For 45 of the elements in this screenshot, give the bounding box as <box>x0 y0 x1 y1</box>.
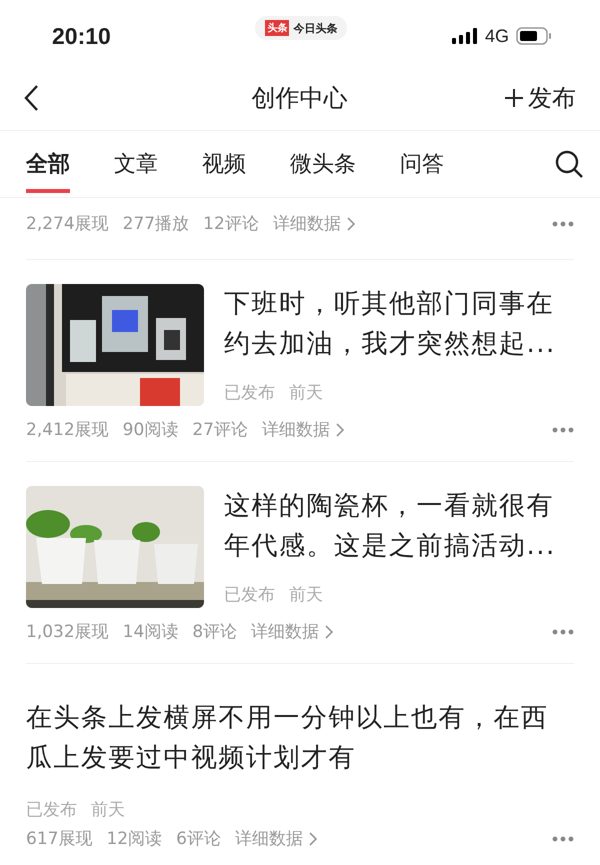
app-name: 今日头条 <box>293 20 338 36</box>
more-icon[interactable] <box>552 220 574 226</box>
stat-count: 90阅读 <box>122 419 178 441</box>
chevron-icon <box>334 422 345 438</box>
publish-button[interactable]: 发布 <box>504 82 576 114</box>
publish-time: 前天 <box>289 584 323 606</box>
search-icon[interactable] <box>554 149 584 179</box>
more-icon[interactable] <box>552 628 574 634</box>
publish-time: 前天 <box>289 382 323 404</box>
stat-count: 2,274展现 <box>26 213 109 235</box>
article-title[interactable]: 在头条上发横屏不用一分钟以上也有，在西瓜上发要过中视频计划才有 <box>26 698 574 778</box>
stat-count: 8评论 <box>192 621 238 643</box>
category-tab[interactable]: 全部 <box>26 143 70 193</box>
stat-count: 617展现 <box>26 828 92 850</box>
app-logo: 头条 <box>265 20 290 36</box>
more-icon[interactable] <box>552 836 574 842</box>
stat-count: 2,412展现 <box>26 419 109 441</box>
category-tab[interactable]: 微头条 <box>290 143 356 193</box>
publish-time: 前天 <box>91 799 125 821</box>
category-tab[interactable]: 文章 <box>114 143 158 193</box>
page-title: 创作中心 <box>252 83 348 114</box>
stat-count: 12评论 <box>203 213 259 235</box>
back-icon[interactable] <box>23 84 39 112</box>
status-time: 20:10 <box>52 22 111 50</box>
signal-icon <box>452 28 478 44</box>
stat-count: 12阅读 <box>106 828 162 850</box>
stat-count: 6评论 <box>176 828 221 850</box>
category-tab[interactable]: 视频 <box>202 143 246 193</box>
chevron-icon <box>308 830 318 846</box>
publish-status: 已发布 <box>224 584 275 606</box>
stat-count: 27评论 <box>192 419 248 441</box>
article-title[interactable]: 下班时，听其他部门同事在约去加油，我才突然想起... <box>224 284 574 364</box>
stat-count: 277播放 <box>122 213 190 235</box>
network-label: 4G <box>484 26 509 46</box>
chevron-icon <box>324 624 334 640</box>
plus-icon <box>504 88 524 108</box>
publish-status: 已发布 <box>26 799 77 821</box>
more-icon[interactable] <box>552 426 574 432</box>
stat-count: 14阅读 <box>122 621 178 643</box>
publish-status: 已发布 <box>224 382 275 404</box>
stat-count: 1,032展现 <box>26 621 109 643</box>
article-title[interactable]: 这样的陶瓷杯，一看就很有年代感。这是之前搞活动... <box>224 486 574 566</box>
chevron-icon <box>346 216 356 232</box>
battery-icon <box>516 27 552 45</box>
category-tab[interactable]: 问答 <box>400 143 444 193</box>
